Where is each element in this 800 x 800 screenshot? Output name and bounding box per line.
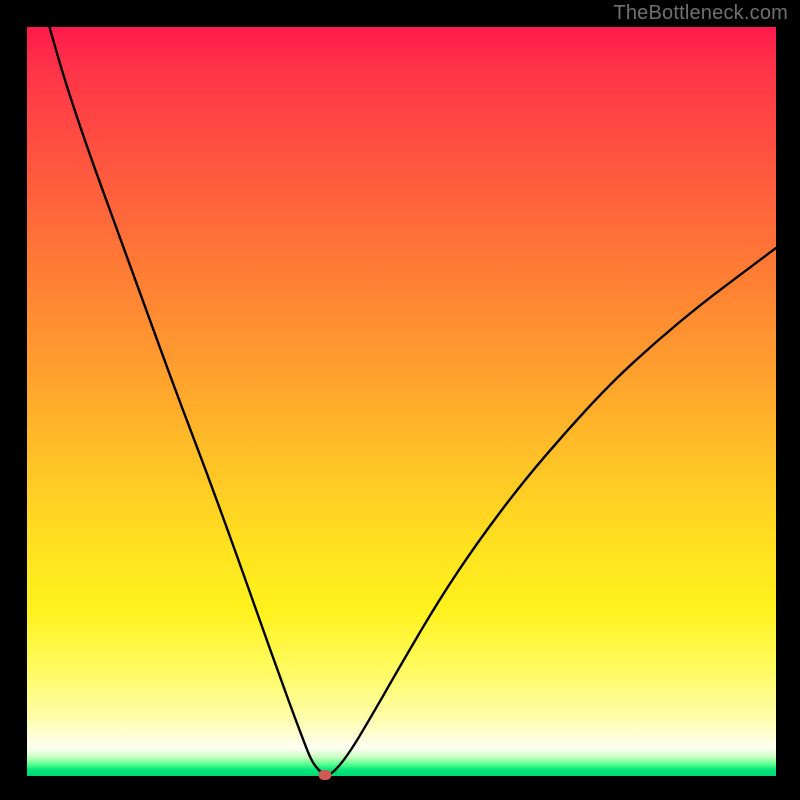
chart-frame: TheBottleneck.com <box>0 0 800 800</box>
bottleneck-curve <box>27 27 776 776</box>
plot-area <box>27 27 776 776</box>
attribution-text: TheBottleneck.com <box>613 2 788 25</box>
minimum-marker <box>319 770 332 780</box>
